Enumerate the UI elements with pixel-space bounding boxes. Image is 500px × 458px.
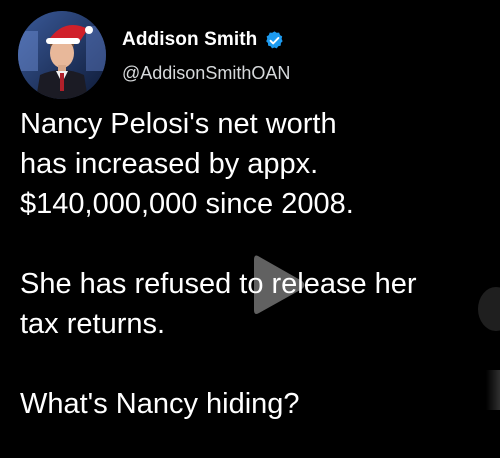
name-row: Addison Smith (122, 27, 290, 53)
tweet-text-line: Nancy Pelosi's net worth (20, 108, 337, 140)
user-handle[interactable]: @AddisonSmithOAN (122, 63, 290, 84)
tweet-card[interactable]: Addison Smith @AddisonSmithOAN Nancy Pel… (0, 0, 500, 458)
play-icon[interactable] (252, 252, 308, 318)
user-info: Addison Smith @AddisonSmithOAN (122, 27, 290, 84)
tweet-text-line: What's Nancy hiding? (20, 388, 300, 420)
verified-badge-icon (264, 30, 285, 51)
avatar[interactable] (18, 11, 106, 99)
tweet-text-line: $140,000,000 since 2008. (20, 188, 354, 220)
display-name[interactable]: Addison Smith (122, 29, 257, 51)
edge-shadow (486, 370, 500, 410)
tweet-text-line: has increased by appx. (20, 148, 319, 180)
